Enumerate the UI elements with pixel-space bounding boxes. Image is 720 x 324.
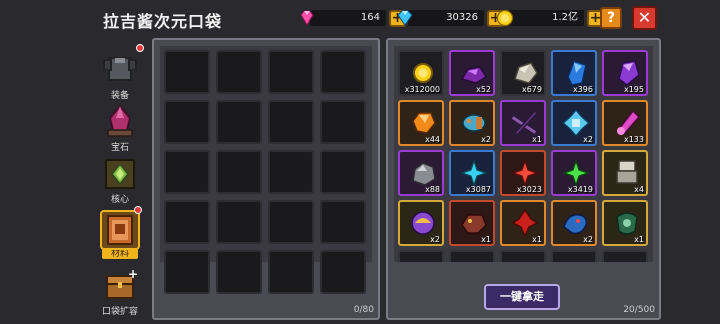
- backpack-capacity: 20/500: [623, 305, 655, 315]
- item-quantity: x4: [634, 185, 644, 194]
- empty-slot[interactable]: [164, 150, 210, 194]
- inventory-item[interactable]: x2: [398, 200, 444, 246]
- empty-slot[interactable]: [164, 50, 210, 94]
- empty-slot[interactable]: [216, 250, 262, 294]
- item-quantity: x396: [572, 85, 593, 94]
- empty-slot[interactable]: [216, 50, 262, 94]
- empty-slot[interactable]: [164, 200, 210, 244]
- item-quantity: x312000: [404, 85, 440, 94]
- sidebar-item-expand[interactable]: + 口袋扩容: [98, 266, 142, 317]
- item-quantity: x52: [476, 85, 491, 94]
- inventory-item[interactable]: [602, 250, 648, 262]
- item-quantity: x2: [583, 135, 593, 144]
- inventory-item[interactable]: x3023: [500, 150, 546, 196]
- inventory-item[interactable]: x1: [602, 200, 648, 246]
- empty-slot[interactable]: [268, 150, 314, 194]
- diamond-value: 30326: [408, 10, 484, 26]
- header: 拉吉酱次元口袋 164 + 30326 + 1.2亿 + ? ✕: [0, 0, 720, 38]
- gold-coin-icon: [496, 9, 514, 27]
- empty-slot[interactable]: [216, 200, 262, 244]
- pocket-panel: 0/80: [152, 38, 380, 320]
- empty-slot[interactable]: [216, 150, 262, 194]
- crystal-icon: [100, 102, 140, 142]
- take-all-button[interactable]: 一键拿走: [484, 284, 560, 310]
- sidebar-item-core[interactable]: 核心: [98, 154, 142, 205]
- inventory-item[interactable]: x2: [449, 100, 495, 146]
- inventory-item[interactable]: x1: [500, 100, 546, 146]
- close-button[interactable]: ✕: [632, 6, 657, 30]
- item-quantity: x2: [481, 135, 491, 144]
- svg-text:+: +: [128, 267, 138, 281]
- inventory-item[interactable]: x396: [551, 50, 597, 96]
- inventory-item[interactable]: x88: [398, 150, 444, 196]
- inventory-item[interactable]: [551, 250, 597, 262]
- inventory-item[interactable]: [398, 250, 444, 262]
- sidebar-item-equipment[interactable]: 装备: [98, 42, 146, 101]
- item-quantity: x88: [425, 185, 440, 194]
- core-icon: [100, 154, 140, 194]
- coin-value: 1.2亿: [508, 10, 584, 26]
- item-quantity: x2: [430, 235, 440, 244]
- inventory-item[interactable]: x195: [602, 50, 648, 96]
- inventory-item[interactable]: [449, 250, 495, 262]
- inventory-item[interactable]: x44: [398, 100, 444, 146]
- item-quantity: x3087: [465, 185, 491, 194]
- item-quantity: x1: [532, 135, 542, 144]
- empty-slot[interactable]: [268, 250, 314, 294]
- empty-slot[interactable]: [268, 100, 314, 144]
- item-quantity: x133: [623, 135, 644, 144]
- help-button[interactable]: ?: [600, 7, 622, 29]
- empty-slot[interactable]: [320, 100, 366, 144]
- empty-slot[interactable]: [320, 150, 366, 194]
- chest-expand-icon: +: [100, 266, 140, 306]
- pink-gem-icon: [300, 10, 314, 26]
- inventory-item[interactable]: x1: [449, 200, 495, 246]
- inventory-item[interactable]: [500, 250, 546, 262]
- diamond-currency: 30326 +: [396, 9, 504, 27]
- inventory-item[interactable]: x3087: [449, 150, 495, 196]
- empty-slot[interactable]: [320, 250, 366, 294]
- item-quantity: x3023: [516, 185, 542, 194]
- empty-slot[interactable]: [268, 50, 314, 94]
- sidebar-item-gems[interactable]: 宝石: [98, 102, 142, 153]
- pocket-capacity: 0/80: [353, 305, 374, 315]
- empty-slot[interactable]: [164, 100, 210, 144]
- armor-icon: [100, 42, 146, 90]
- inventory-item[interactable]: x1: [500, 200, 546, 246]
- inventory-item[interactable]: x2: [551, 100, 597, 146]
- sidebar-item-materials[interactable]: 材料: [98, 204, 144, 259]
- item-quantity: x1: [634, 235, 644, 244]
- item-quantity: x44: [425, 135, 440, 144]
- pocket-grid: [160, 46, 372, 294]
- item-quantity: x3419: [567, 185, 593, 194]
- inventory-item[interactable]: x4: [602, 150, 648, 196]
- item-quantity: x679: [521, 85, 542, 94]
- coin-currency: 1.2亿 +: [496, 9, 604, 27]
- item-quantity: x195: [623, 85, 644, 94]
- backpack-grid: x312000 x52 x679 x396 x195 x44 x2 x1 x2 x133 x88 x3…: [394, 46, 653, 262]
- empty-slot[interactable]: [216, 100, 262, 144]
- empty-slot[interactable]: [320, 200, 366, 244]
- materials-icon: [100, 204, 144, 250]
- inventory-item[interactable]: x312000: [398, 50, 444, 96]
- inventory-item[interactable]: x679: [500, 50, 546, 96]
- backpack-panel: x312000 x52 x679 x396 x195 x44 x2 x1 x2 x133 x88 x3…: [386, 38, 661, 320]
- page-title: 拉吉酱次元口袋: [103, 12, 223, 31]
- gem-currency: 164 +: [298, 9, 406, 27]
- blue-diamond-icon: [397, 10, 413, 26]
- inventory-item[interactable]: x2: [551, 200, 597, 246]
- item-quantity: x2: [583, 235, 593, 244]
- empty-slot[interactable]: [268, 200, 314, 244]
- gem-value: 164: [310, 10, 386, 26]
- empty-slot[interactable]: [164, 250, 210, 294]
- empty-slot[interactable]: [320, 50, 366, 94]
- inventory-item[interactable]: x52: [449, 50, 495, 96]
- item-quantity: x1: [532, 235, 542, 244]
- inventory-item[interactable]: x3419: [551, 150, 597, 196]
- item-quantity: x1: [481, 235, 491, 244]
- inventory-item[interactable]: x133: [602, 100, 648, 146]
